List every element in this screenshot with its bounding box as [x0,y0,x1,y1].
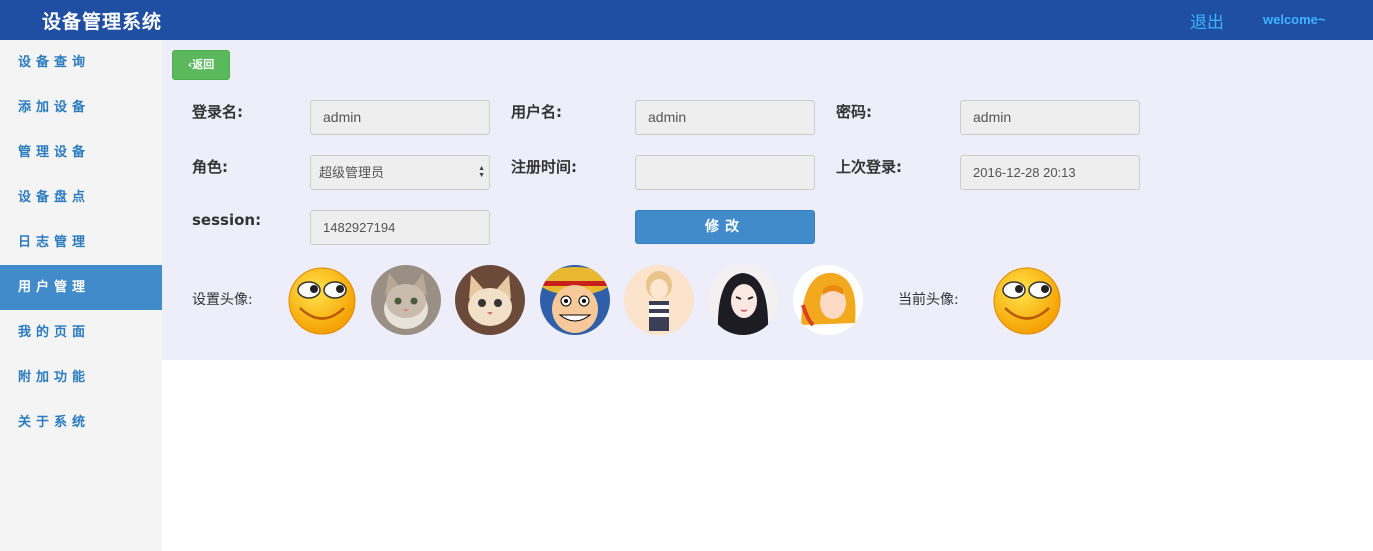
avatar-option-cat-gray[interactable] [371,265,441,335]
sidebar-item-add-device[interactable]: 添加设备 [0,85,162,130]
sidebar-item-user-management[interactable]: 用户管理 [0,265,162,310]
avatar-option-cartoon-girl[interactable] [624,265,694,335]
login-name-label: 登录名: [192,103,243,121]
top-bar: 设备管理系统 退出 welcome~ [0,0,1373,40]
sidebar-item-extras[interactable]: 附加功能 [0,355,162,400]
last-login-label: 上次登录: [836,158,902,176]
current-avatar-label: 当前头像: [898,292,959,308]
avatar-option-anime-woman[interactable] [708,265,778,335]
sidebar-item-logs[interactable]: 日志管理 [0,220,162,265]
sidebar-item-my-page[interactable]: 我的页面 [0,310,162,355]
password-field[interactable]: admin [960,100,1140,135]
sidebar: 设备查询 添加设备 管理设备 设备盘点 日志管理 用户管理 我的页面 附加功能 … [0,40,162,551]
logout-link[interactable]: 退出 [1190,8,1224,33]
sidebar-item-about[interactable]: 关于系统 [0,400,162,445]
sidebar-item-device-query[interactable]: 设备查询 [0,40,162,85]
app-title: 设备管理系统 [42,11,163,33]
role-select[interactable]: 超级管理员 ▲ ▼ [310,155,490,190]
user-edit-panel: ‹返回 登录名: admin 用户名: admin 密码: admin 角色: … [162,40,1373,360]
role-label: 角色: [192,158,228,176]
register-time-field[interactable] [635,155,815,190]
set-avatar-label: 设置头像: [192,292,253,308]
avatar-option-cat-orange[interactable] [455,265,525,335]
avatar-option-pirate-boy[interactable] [540,265,610,335]
select-arrows-icon: ▲ ▼ [478,165,485,179]
avatar-option-smiley[interactable] [287,265,357,335]
sidebar-item-inventory[interactable]: 设备盘点 [0,175,162,220]
register-time-label: 注册时间: [511,158,577,176]
modify-button[interactable]: 修改 [635,210,815,244]
password-label: 密码: [836,103,872,121]
avatar-option-blonde-warrior[interactable] [793,265,863,335]
username-label: 用户名: [511,103,562,121]
last-login-field[interactable]: 2016-12-28 20:13 [960,155,1140,190]
back-button-label: 返回 [192,58,215,71]
session-label: session: [192,211,262,229]
username-field[interactable]: admin [635,100,815,135]
role-select-value: 超级管理员 [319,165,385,180]
login-name-field[interactable]: admin [310,100,490,135]
welcome-text: welcome~ [1263,12,1326,27]
session-field[interactable]: 1482927194 [310,210,490,245]
sidebar-item-manage-device[interactable]: 管理设备 [0,130,162,175]
back-button[interactable]: ‹返回 [172,50,230,80]
current-avatar [992,265,1062,335]
